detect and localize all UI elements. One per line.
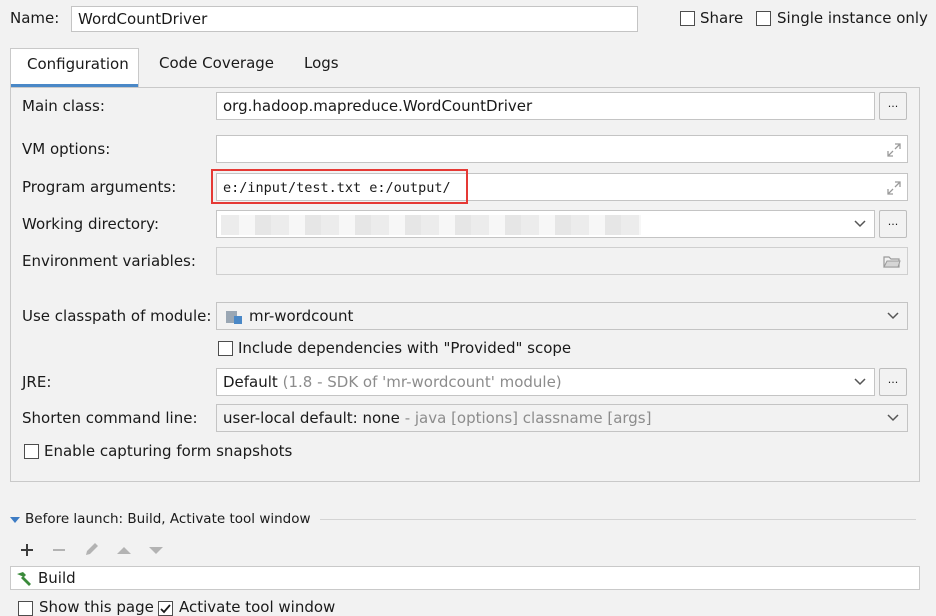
jre-select[interactable]: Default (1.8 - SDK of 'mr-wordcount' mod… xyxy=(216,368,875,396)
add-icon[interactable] xyxy=(19,542,35,558)
module-icon xyxy=(226,311,242,324)
chevron-down-icon[interactable] xyxy=(886,410,900,424)
vm-options-label: VM options: xyxy=(22,140,111,158)
remove-icon[interactable] xyxy=(51,542,67,558)
vm-options-input[interactable] xyxy=(216,135,908,163)
include-dependencies-checkbox[interactable] xyxy=(218,341,233,356)
edit-icon[interactable] xyxy=(83,540,101,558)
chevron-down-icon[interactable] xyxy=(886,308,900,322)
main-class-input[interactable]: org.hadoop.mapreduce.WordCountDriver xyxy=(216,92,875,120)
program-arguments-label: Program arguments: xyxy=(22,178,177,196)
build-item-label: Build xyxy=(38,569,76,587)
show-page-checkbox[interactable] xyxy=(18,601,33,616)
single-instance-checkbox[interactable] xyxy=(756,11,771,26)
environment-variables-label: Environment variables: xyxy=(22,252,196,270)
classpath-module-label: Use classpath of module: xyxy=(22,307,212,325)
jre-value: Default xyxy=(223,373,278,391)
move-up-icon[interactable] xyxy=(115,542,133,558)
working-directory-input[interactable] xyxy=(216,210,875,238)
folder-icon[interactable] xyxy=(883,254,901,269)
enable-snapshots-label: Enable capturing form snapshots xyxy=(44,442,293,460)
build-hammer-icon xyxy=(17,572,31,586)
enable-snapshots-checkbox[interactable] xyxy=(24,444,39,459)
working-directory-label: Working directory: xyxy=(22,215,160,233)
share-checkbox[interactable] xyxy=(680,11,695,26)
include-dependencies-label: Include dependencies with "Provided" sco… xyxy=(238,339,572,357)
before-launch-title[interactable]: Before launch: Build, Activate tool wind… xyxy=(25,511,311,527)
move-down-icon[interactable] xyxy=(147,542,165,558)
before-launch-list: Build xyxy=(10,566,920,590)
shorten-command-line-value: user-local default: none xyxy=(223,409,400,427)
share-label: Share xyxy=(700,9,744,27)
expand-icon[interactable] xyxy=(886,180,902,196)
chevron-down-icon[interactable] xyxy=(853,216,867,230)
show-page-label: Show this page xyxy=(39,598,154,616)
name-label: Name: xyxy=(10,9,60,27)
collapse-arrow-icon[interactable] xyxy=(10,515,20,525)
tab-logs[interactable]: Logs xyxy=(304,54,339,72)
jre-label: JRE: xyxy=(22,373,52,391)
tab-code-coverage[interactable]: Code Coverage xyxy=(159,54,274,72)
activate-tool-window-checkbox[interactable] xyxy=(158,601,173,616)
single-instance-label: Single instance only xyxy=(777,9,928,27)
tab-configuration-label: Configuration xyxy=(27,55,129,73)
name-input[interactable]: WordCountDriver xyxy=(71,6,638,32)
shorten-command-line-label: Shorten command line: xyxy=(22,409,198,427)
shorten-command-line-detail: - java [options] classname [args] xyxy=(404,409,652,427)
highlight-box xyxy=(211,169,468,204)
jre-browse-button[interactable]: ... xyxy=(879,368,907,396)
chevron-down-icon[interactable] xyxy=(853,374,867,388)
working-directory-browse-button[interactable]: ... xyxy=(879,210,907,238)
blurred-path xyxy=(221,215,641,235)
environment-variables-input[interactable] xyxy=(216,247,908,275)
classpath-module-select[interactable]: mr-wordcount xyxy=(216,302,908,330)
expand-icon[interactable] xyxy=(886,142,902,158)
activate-tool-window-label: Activate tool window xyxy=(179,598,336,616)
classpath-module-value: mr-wordcount xyxy=(249,307,354,325)
before-launch-separator xyxy=(320,519,916,520)
main-class-browse-button[interactable]: ... xyxy=(879,92,907,120)
jre-detail: (1.8 - SDK of 'mr-wordcount' module) xyxy=(282,373,562,391)
shorten-command-line-select[interactable]: user-local default: none - java [options… xyxy=(216,404,908,432)
list-item[interactable]: Build xyxy=(13,568,313,589)
main-class-label: Main class: xyxy=(22,97,105,115)
tab-configuration[interactable]: Configuration xyxy=(10,48,139,87)
checkmark-icon xyxy=(160,604,171,614)
